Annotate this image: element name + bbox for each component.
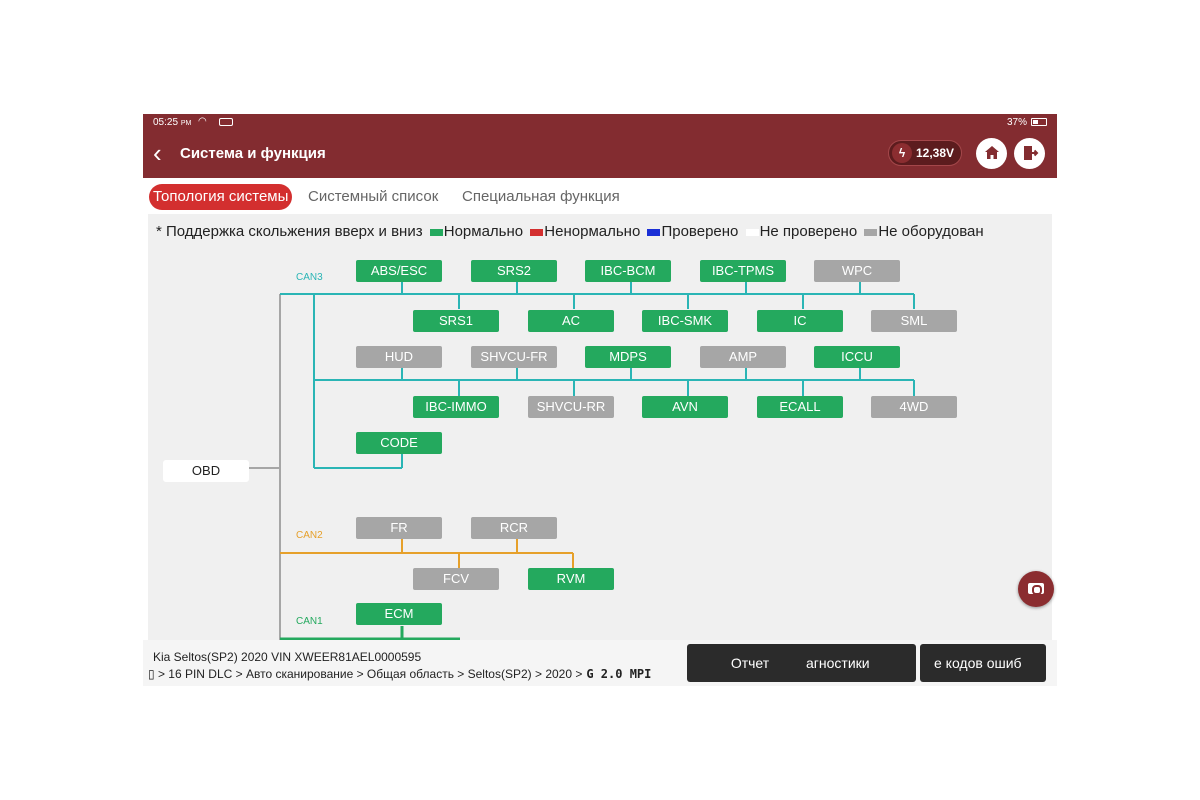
obd-node[interactable]: OBD (163, 460, 249, 482)
module-iccu[interactable]: ICCU (814, 346, 900, 368)
module-wpc[interactable]: WPC (814, 260, 900, 282)
status-bar: 05:25 PM ◠ 37% (143, 114, 1057, 132)
module-ac[interactable]: AC (528, 310, 614, 332)
module-ecall[interactable]: ECALL (757, 396, 843, 418)
clear-codes-button[interactable]: е кодов ошиб (920, 644, 1046, 682)
module-abs-esc[interactable]: ABS/ESC (356, 260, 442, 282)
topology-area[interactable]: * Поддержка скольжения вверх и вниз Норм… (148, 214, 1052, 640)
status-time: 05:25 PM (153, 117, 192, 128)
app-header: ‹ Система и функция ϟ 12,38V (143, 132, 1057, 178)
breadcrumb-path: ▯ > 16 PIN DLC > Авто сканирование > Общ… (148, 667, 583, 681)
battery-icon (1031, 118, 1047, 126)
app-screen: 05:25 PM ◠ 37% ‹ Система и функция ϟ 12,… (143, 114, 1057, 686)
module-ecm[interactable]: ECM (356, 603, 442, 625)
module-rcr[interactable]: RCR (471, 517, 557, 539)
module-rvm[interactable]: RVM (528, 568, 614, 590)
module-mdps[interactable]: MDPS (585, 346, 671, 368)
diagnostics-button[interactable]: агностики (790, 644, 916, 682)
bus-label-can2: CAN2 (296, 530, 323, 541)
clear-codes-button-label: е кодов ошиб (934, 655, 1022, 671)
bus-label-can3: CAN3 (296, 272, 323, 283)
diagnostics-button-label: агностики (806, 655, 870, 671)
engine-label: G 2.0 MPI (586, 667, 652, 681)
back-arrow-icon[interactable]: ‹ (153, 140, 162, 166)
module-fr[interactable]: FR (356, 517, 442, 539)
module-4wd[interactable]: 4WD (871, 396, 957, 418)
module-ibc-immo[interactable]: IBC-IMMO (413, 396, 499, 418)
module-srs2[interactable]: SRS2 (471, 260, 557, 282)
home-icon (984, 146, 999, 159)
tab-system-topology[interactable]: Топология системы (149, 184, 293, 210)
tab-system-list[interactable]: Системный список (308, 184, 438, 210)
module-ic[interactable]: IC (757, 310, 843, 332)
module-sml[interactable]: SML (871, 310, 957, 332)
module-ibc-tpms[interactable]: IBC-TPMS (700, 260, 786, 282)
battery-voltage-badge: ϟ 12,38V (888, 140, 962, 166)
module-srs1[interactable]: SRS1 (413, 310, 499, 332)
page-title: Система и функция (180, 145, 326, 162)
module-fcv[interactable]: FCV (413, 568, 499, 590)
module-ibc-smk[interactable]: IBC-SMK (642, 310, 728, 332)
tab-special-function[interactable]: Специальная функция (462, 184, 620, 210)
module-code[interactable]: CODE (356, 432, 442, 454)
camera-lens (1032, 585, 1042, 595)
module-amp[interactable]: AMP (700, 346, 786, 368)
screen-cast-icon (219, 118, 233, 126)
home-button[interactable] (976, 138, 1007, 169)
bus-label-can1: CAN1 (296, 616, 323, 627)
module-shvcu-rr[interactable]: SHVCU-RR (528, 396, 614, 418)
screenshot-button[interactable] (1018, 571, 1054, 607)
breadcrumb: ▯ > 16 PIN DLC > Авто сканирование > Общ… (148, 667, 651, 681)
exit-button[interactable] (1014, 138, 1045, 169)
lightning-icon: ϟ (892, 143, 912, 163)
module-ibc-bcm[interactable]: IBC-BCM (585, 260, 671, 282)
battery-percent: 37% (1006, 117, 1027, 128)
vehicle-info: Kia Seltos(SP2) 2020 VIN XWEER81AEL00005… (153, 650, 422, 664)
module-avn[interactable]: AVN (642, 396, 728, 418)
tab-bar: Топология системы Системный список Специ… (143, 178, 1057, 214)
exit-icon (1023, 146, 1038, 160)
voltage-value: 12,38V (916, 146, 955, 160)
module-shvcu-fr[interactable]: SHVCU-FR (471, 346, 557, 368)
module-hud[interactable]: HUD (356, 346, 442, 368)
bottom-bar: Kia Seltos(SP2) 2020 VIN XWEER81AEL00005… (143, 640, 1057, 686)
wifi-icon: ◠ (198, 116, 207, 127)
